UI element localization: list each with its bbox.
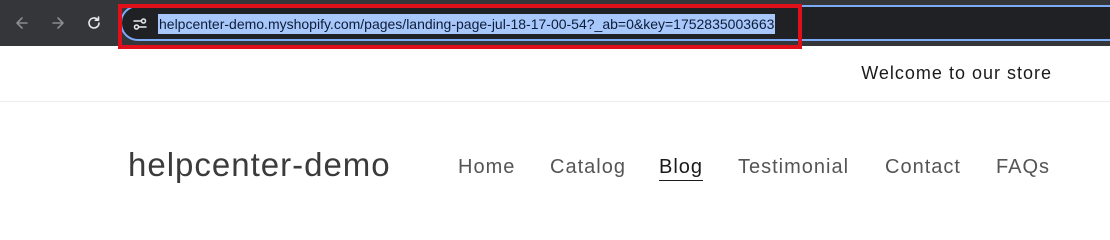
site-settings-icon	[133, 18, 147, 30]
announcement-text: Welcome to our store	[861, 63, 1052, 83]
address-bar[interactable]: helpcenter-demo.myshopify.com/pages/land…	[120, 5, 1110, 41]
arrow-left-icon	[16, 17, 28, 29]
site-settings-button[interactable]	[130, 14, 150, 34]
menu-item-home[interactable]: Home	[458, 156, 515, 179]
store-logo-link[interactable]: helpcenter-demo	[128, 146, 391, 184]
url-text[interactable]: helpcenter-demo.myshopify.com/pages/land…	[158, 14, 776, 34]
browser-toolbar: helpcenter-demo.myshopify.com/pages/land…	[0, 0, 1110, 49]
reload-button[interactable]	[82, 11, 106, 35]
back-button[interactable]	[10, 11, 34, 35]
forward-button[interactable]	[46, 11, 70, 35]
arrow-right-icon	[52, 17, 64, 29]
announcement-bar: Welcome to our store	[0, 46, 1110, 102]
menu-item-contact[interactable]: Contact	[885, 156, 961, 179]
menu-item-blog[interactable]: Blog	[659, 156, 704, 181]
reload-icon	[88, 16, 100, 29]
menu-item-testimonial[interactable]: Testimonial	[738, 156, 849, 179]
menu-item-faqs[interactable]: FAQs	[996, 156, 1050, 179]
menu-item-catalog[interactable]: Catalog	[550, 156, 626, 179]
